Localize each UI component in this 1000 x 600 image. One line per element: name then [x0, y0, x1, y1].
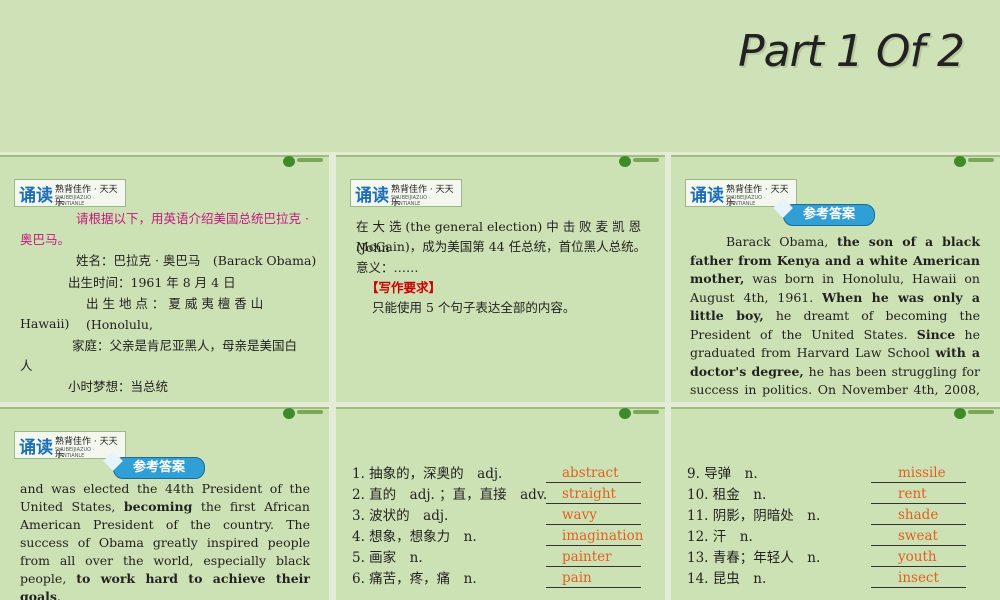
vocab-answer: painter [546, 548, 641, 567]
name-line: 姓名：巴拉克 · 奥巴马 (Barack Obama) [76, 253, 317, 268]
answer-label: 参考答案 [773, 198, 875, 226]
panel-answer-2: 诵读 熟背佳作 · 天天乐 SHUBEIJIAZUO · TIANTIANLE … [0, 407, 329, 600]
vocab-answer: straight [546, 485, 641, 504]
vocab-question: 6. 痛苦，疼，痛 n. [352, 571, 477, 587]
vocab-row: 2. 直的 adj. ；直，直接 adv. straight [352, 485, 652, 506]
vocab-answer: imagination [546, 527, 643, 546]
vocab-answer: abstract [546, 464, 641, 483]
logo-icon [954, 407, 994, 419]
vocab-question: 3. 波状的 adj. [352, 508, 449, 524]
essay-text: . [56, 589, 61, 600]
vocab-row: 6. 痛苦，疼，痛 n. pain [352, 569, 652, 590]
vocab-list: 1. 抽象的，深奥的 adj. abstract 2. 直的 adj. ；直，直接 … [352, 464, 652, 590]
panel-requirements: 诵读 熟背佳作 · 天天乐 SHUBEIJIAZUO · TIANTIANLE … [336, 155, 665, 402]
answer-label-text: 参考答案 [802, 207, 855, 222]
family-line-2: 人 [20, 358, 33, 373]
divider [671, 155, 1000, 157]
election-line-2: McCain)，成为美国第 44 任总统，首位黑人总统。 [356, 239, 647, 254]
essay-paragraph-2: and was elected the 44th President of th… [20, 480, 310, 600]
vocab-row: 10. 租金 n. rent [687, 485, 987, 506]
vocab-row: 4. 想象，想象力 n. imagination [352, 527, 652, 548]
badge-pinyin: SHUBEIJIAZUO · TIANTIANLE [55, 195, 95, 207]
vocab-question: 12. 汗 n. [687, 529, 753, 545]
answer-label: 参考答案 [103, 451, 205, 479]
vocab-list: 9. 导弹 n. missile 10. 租金 n. rent 11. 阴影，阴暗处 n… [687, 464, 987, 590]
vocab-question: 2. 直的 adj. ；直，直接 adv. [352, 487, 548, 503]
vocab-question: 14. 昆虫 n. [687, 571, 767, 587]
vocab-question: 11. 阴影，阴暗处 n. [687, 508, 821, 524]
badge-pinyin: SHUBEIJIAZUO · TIANTIANLE [391, 195, 431, 207]
badge-main: 诵读 [19, 186, 53, 206]
essay-highlight: becoming [123, 499, 193, 514]
vocab-row: 13. 青春；年轻人 n. youth [687, 548, 987, 569]
essay-highlight: Since [916, 326, 956, 342]
requirements-text: 只能使用 5 个句子表达全部的内容。 [372, 300, 576, 315]
divider [336, 155, 665, 157]
vocab-question: 5. 画家 n. [352, 550, 423, 566]
vocab-row: 9. 导弹 n. missile [687, 464, 987, 485]
logo-icon [954, 155, 994, 167]
logo-icon [619, 155, 659, 167]
vocab-row: 14. 昆虫 n. insect [687, 569, 987, 590]
dream-line: 小时梦想：当总统 [68, 379, 169, 394]
divider [336, 407, 665, 409]
badge-main: 诵读 [690, 186, 724, 206]
meaning-line: 意义：…… [356, 260, 419, 275]
birth-place-line-2: Hawaii) [20, 316, 70, 331]
vocab-answer: rent [871, 485, 966, 504]
birth-time-line: 出生时间：1961 年 8 月 4 日 [68, 275, 236, 290]
family-line: 家庭：父亲是肯尼亚黑人，母亲是美国白 [72, 338, 298, 353]
vocab-question: 10. 租金 n. [687, 487, 767, 503]
divider [0, 155, 329, 157]
panel-vocab-2: 9. 导弹 n. missile 10. 租金 n. rent 11. 阴影，阴暗处 n… [671, 407, 1000, 600]
panel-vocab-1: 1. 抽象的，深奥的 adj. abstract 2. 直的 adj. ；直，直接 … [336, 407, 665, 600]
vocab-answer: youth [871, 548, 966, 567]
vocab-answer: insect [871, 569, 966, 588]
slide-header: Part 1 Of 2 [0, 0, 1000, 152]
vocab-question: 13. 青春；年轻人 n. [687, 550, 821, 566]
logo-icon [619, 407, 659, 419]
vocab-row: 11. 阴影，阴暗处 n. shade [687, 506, 987, 527]
badge-main: 诵读 [355, 186, 389, 206]
vocab-question: 9. 导弹 n. [687, 466, 758, 482]
essay-paragraph-1: Barack Obama, the son of a black father … [690, 233, 980, 402]
vocab-question: 4. 想象，想象力 n. [352, 529, 477, 545]
vocab-row: 3. 波状的 adj. wavy [352, 506, 652, 527]
slide-title: Part 1 Of 2 [738, 26, 965, 77]
vocab-row: 5. 画家 n. painter [352, 548, 652, 569]
prompt-text: 请根据以下，用英语介绍美国总统巴拉克 · 奥巴马。 [20, 211, 309, 247]
vocab-answer: wavy [546, 506, 641, 525]
vocab-row: 12. 汗 n. sweat [687, 527, 987, 548]
logo-icon [283, 155, 323, 167]
logo-icon [283, 407, 323, 419]
vocab-answer: sweat [871, 527, 966, 546]
section-badge: 诵读 熟背佳作 · 天天乐 SHUBEIJIAZUO · TIANTIANLE [14, 179, 126, 208]
birth-place-line: 出 生 地 点 ： 夏 威 夷 檀 香 山 (Honolulu, [86, 296, 264, 332]
vocab-question: 1. 抽象的，深奥的 adj. [352, 466, 503, 482]
badge-main: 诵读 [19, 438, 53, 458]
vocab-answer: shade [871, 506, 966, 525]
vocab-answer: missile [871, 464, 966, 483]
requirements-label: 【写作要求】 [366, 280, 442, 295]
essay-text: Barack Obama, [726, 234, 837, 249]
answer-label-text: 参考答案 [132, 460, 185, 475]
vocab-answer: pain [546, 569, 641, 588]
panel-prompt: 诵读 熟背佳作 · 天天乐 SHUBEIJIAZUO · TIANTIANLE … [0, 155, 329, 402]
divider [0, 407, 329, 409]
section-badge: 诵读 熟背佳作 · 天天乐 SHUBEIJIAZUO · TIANTIANLE [350, 179, 462, 208]
vocab-row: 1. 抽象的，深奥的 adj. abstract [352, 464, 652, 485]
panel-answer-1: 诵读 熟背佳作 · 天天乐 SHUBEIJIAZUO · TIANTIANLE … [671, 155, 1000, 402]
divider [671, 407, 1000, 409]
